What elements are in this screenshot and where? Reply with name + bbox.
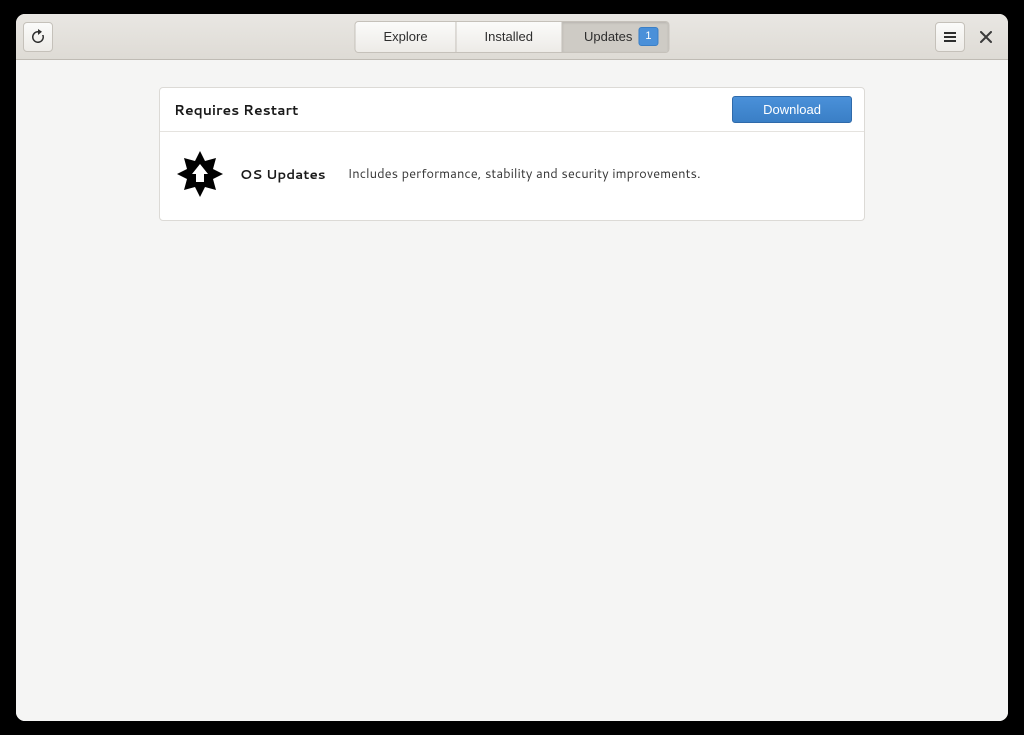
close-icon [980,31,992,43]
tab-label: Updates [584,29,632,44]
refresh-icon [30,29,46,45]
hamburger-icon [943,30,957,44]
os-updates-icon [174,148,226,200]
tab-explore[interactable]: Explore [355,22,456,52]
close-window-button[interactable] [971,22,1001,52]
update-row[interactable]: OS Updates Includes performance, stabili… [160,132,864,220]
update-name: OS Updates [240,165,326,184]
tab-updates[interactable]: Updates 1 [562,22,669,52]
content-area: Requires Restart Download OS Updates Inc… [16,60,1008,721]
download-button-label: Download [763,102,821,117]
updates-count-badge: 1 [638,27,658,46]
software-updates-window: Explore Installed Updates 1 [16,14,1008,721]
tab-label: Installed [485,29,533,44]
headerbar: Explore Installed Updates 1 [16,14,1008,60]
hamburger-menu-button[interactable] [935,22,965,52]
download-button[interactable]: Download [732,96,852,123]
tab-installed[interactable]: Installed [457,22,562,52]
refresh-button[interactable] [23,22,53,52]
section-title: Requires Restart [174,100,732,120]
view-switcher: Explore Installed Updates 1 [354,21,669,53]
update-description: Includes performance, stability and secu… [348,165,701,183]
card-header: Requires Restart Download [160,88,864,132]
updates-section-card: Requires Restart Download OS Updates Inc… [159,87,865,221]
tab-label: Explore [383,29,427,44]
